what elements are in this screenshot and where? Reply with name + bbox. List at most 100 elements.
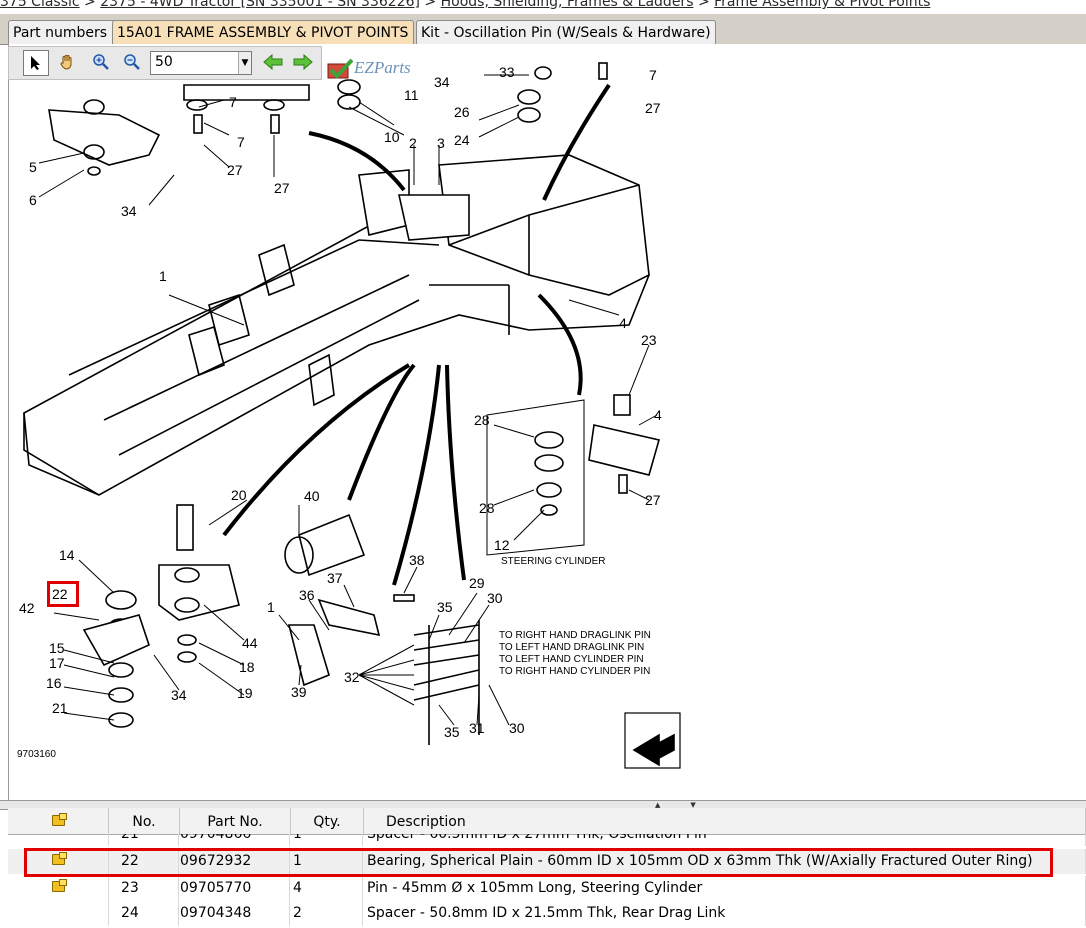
ezparts-logo: EZParts bbox=[326, 54, 436, 84]
svg-text:10: 10 bbox=[384, 129, 400, 145]
svg-text:6: 6 bbox=[29, 192, 37, 208]
svg-text:1: 1 bbox=[159, 268, 167, 284]
svg-text:35: 35 bbox=[444, 724, 460, 740]
breadcrumb-link-hoods[interactable]: Hoods, Shielding, Frames & Ladders bbox=[441, 0, 694, 10]
hand-icon[interactable] bbox=[55, 50, 79, 74]
svg-text:7: 7 bbox=[237, 134, 245, 150]
header-part-no[interactable]: Part No. bbox=[180, 808, 291, 834]
svg-text:4: 4 bbox=[619, 315, 627, 331]
svg-text:28: 28 bbox=[479, 500, 495, 516]
svg-text:28: 28 bbox=[474, 412, 490, 428]
breadcrumb-link-model[interactable]: 375 Classic bbox=[0, 0, 80, 10]
selected-row-highlight bbox=[24, 848, 1053, 877]
callout-highlight bbox=[47, 581, 79, 607]
svg-text:3: 3 bbox=[437, 135, 445, 151]
svg-text:7: 7 bbox=[229, 94, 237, 110]
parts-diagram[interactable]: 34 33 7 1 1 26 27 24 7 7 10 2 3 5 27 6 27… bbox=[9, 45, 1079, 800]
cell-part-no: 09704866 bbox=[180, 834, 290, 846]
header-no[interactable]: No. bbox=[109, 808, 180, 834]
header-qty[interactable]: Qty. bbox=[291, 808, 364, 834]
annotation-steering-cylinder: STEERING CYLINDER bbox=[501, 556, 605, 567]
table-row[interactable]: 24 09704348 2 Spacer - 50.8mm ID x 21.5m… bbox=[8, 901, 1086, 926]
svg-text:14: 14 bbox=[59, 547, 75, 563]
cell-part-no: 09705770 bbox=[180, 876, 290, 901]
svg-text:17: 17 bbox=[49, 655, 65, 671]
svg-text:35: 35 bbox=[437, 599, 453, 615]
svg-text:20: 20 bbox=[231, 487, 247, 503]
svg-text:23: 23 bbox=[641, 332, 657, 348]
cell-description: Spacer - 60.5mm ID x 27mm Thk, Oscillati… bbox=[364, 834, 1086, 846]
figure-id: 9703160 bbox=[17, 749, 56, 760]
breadcrumb: 375 Classic > 2375 - 4WD Tractor [SN 335… bbox=[0, 0, 1086, 14]
svg-text:18: 18 bbox=[239, 659, 255, 675]
svg-text:37: 37 bbox=[327, 570, 343, 586]
zoom-select[interactable]: 50 ▼ bbox=[150, 51, 252, 75]
zoom-out-icon[interactable] bbox=[120, 50, 144, 74]
forward-arrow-icon[interactable] bbox=[291, 50, 315, 74]
logo-icon bbox=[327, 58, 354, 79]
svg-text:27: 27 bbox=[227, 162, 243, 178]
zoom-value: 50 bbox=[155, 54, 173, 70]
cell-qty: 1 bbox=[291, 834, 363, 846]
cell-no: 21 bbox=[109, 834, 179, 846]
svg-text:7: 7 bbox=[649, 67, 657, 83]
annotation-lh-cylinder: TO LEFT HAND CYLINDER PIN bbox=[499, 654, 644, 665]
cell-description: Pin - 45mm Ø x 105mm Long, Steering Cyli… bbox=[364, 876, 1086, 901]
cell-qty: 4 bbox=[291, 876, 363, 901]
tab-bar: Part numbers 15A01 FRAME ASSEMBLY & PIVO… bbox=[0, 14, 1086, 45]
annotation-rh-cylinder: TO RIGHT HAND CYLINDER PIN bbox=[499, 666, 650, 677]
cell-no: 24 bbox=[109, 901, 179, 926]
svg-text:21: 21 bbox=[52, 700, 68, 716]
pointer-icon[interactable] bbox=[23, 50, 49, 76]
svg-text:44: 44 bbox=[242, 635, 258, 651]
svg-text:27: 27 bbox=[645, 492, 661, 508]
svg-text:42: 42 bbox=[19, 600, 35, 616]
breadcrumb-separator: > bbox=[424, 0, 441, 10]
header-icon-col[interactable] bbox=[8, 808, 109, 834]
svg-text:27: 27 bbox=[645, 100, 661, 116]
chevron-down-icon[interactable]: ▼ bbox=[238, 52, 251, 74]
svg-text:12: 12 bbox=[494, 537, 510, 553]
svg-text:27: 27 bbox=[274, 180, 290, 196]
viewer-toolbar: 50 ▼ bbox=[8, 46, 322, 80]
tab-oscillation-pin-kit[interactable]: Kit - Oscillation Pin (W/Seals & Hardwar… bbox=[416, 20, 716, 45]
document-icon[interactable] bbox=[51, 879, 67, 892]
svg-text:34: 34 bbox=[434, 74, 450, 90]
svg-text:1: 1 bbox=[267, 599, 275, 615]
svg-text:29: 29 bbox=[469, 575, 485, 591]
svg-text:32: 32 bbox=[344, 669, 360, 685]
breadcrumb-separator: > bbox=[697, 0, 715, 10]
svg-text:5: 5 bbox=[29, 159, 37, 175]
cell-part-no: 09704348 bbox=[180, 901, 290, 926]
svg-text:24: 24 bbox=[454, 132, 470, 148]
svg-text:16: 16 bbox=[46, 675, 62, 691]
svg-text:19: 19 bbox=[237, 685, 253, 701]
breadcrumb-separator: > bbox=[84, 0, 101, 10]
svg-text:4: 4 bbox=[654, 407, 662, 423]
tab-part-numbers[interactable]: Part numbers bbox=[8, 20, 118, 45]
svg-text:34: 34 bbox=[171, 687, 187, 703]
cell-description: Spacer - 50.8mm ID x 21.5mm Thk, Rear Dr… bbox=[364, 901, 1086, 926]
logo-text: EZParts bbox=[354, 58, 411, 77]
svg-text:40: 40 bbox=[304, 488, 320, 504]
back-arrow-icon[interactable] bbox=[261, 50, 285, 74]
svg-text:39: 39 bbox=[291, 684, 307, 700]
svg-text:31: 31 bbox=[469, 720, 485, 736]
cell-no: 23 bbox=[109, 876, 179, 901]
svg-text:33: 33 bbox=[499, 64, 515, 80]
table-row[interactable]: 21 09704866 1 Spacer - 60.5mm ID x 27mm … bbox=[8, 834, 1086, 846]
zoom-in-icon[interactable] bbox=[89, 50, 113, 74]
annotation-rh-draglink: TO RIGHT HAND DRAGLINK PIN bbox=[499, 630, 651, 641]
breadcrumb-link-frame[interactable]: Frame Assembly & Pivot Points bbox=[714, 0, 930, 10]
breadcrumb-link-tractor[interactable]: 2375 - 4WD Tractor [SN 335001 - SN 33622… bbox=[100, 0, 420, 10]
svg-text:26: 26 bbox=[454, 104, 470, 120]
svg-text:36: 36 bbox=[299, 587, 315, 603]
svg-text:2: 2 bbox=[409, 135, 417, 151]
header-description[interactable]: Description bbox=[364, 808, 1086, 834]
svg-text:30: 30 bbox=[487, 590, 503, 606]
tab-frame-assembly[interactable]: 15A01 FRAME ASSEMBLY & PIVOT POINTS bbox=[112, 20, 414, 45]
table-row[interactable]: 23 09705770 4 Pin - 45mm Ø x 105mm Long,… bbox=[8, 876, 1086, 901]
document-icon bbox=[51, 813, 67, 826]
svg-text:38: 38 bbox=[409, 552, 425, 568]
svg-text:34: 34 bbox=[121, 203, 137, 219]
